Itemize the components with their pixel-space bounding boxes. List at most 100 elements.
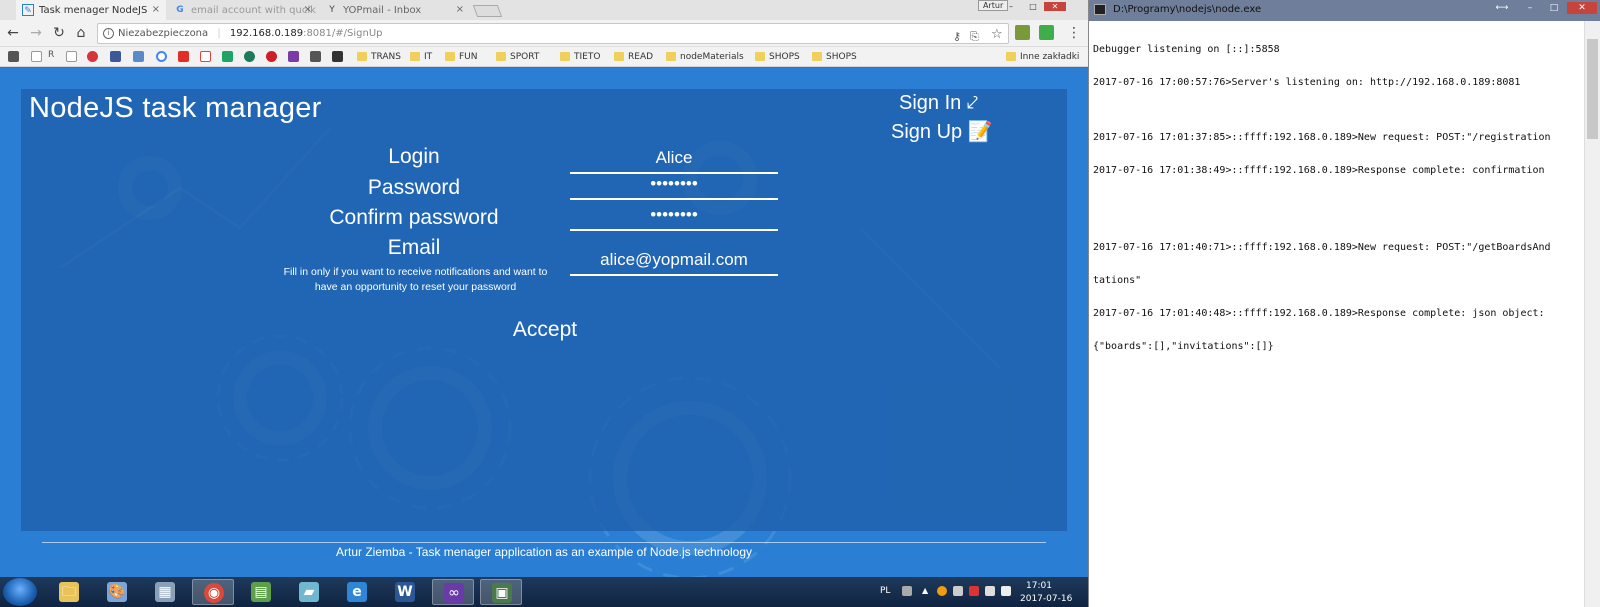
close-tab-icon[interactable]: × bbox=[304, 4, 312, 15]
maximize-icon[interactable]: □ bbox=[1543, 2, 1565, 14]
youtube-icon[interactable] bbox=[178, 51, 189, 62]
bookmark-folder[interactable]: IT bbox=[410, 50, 432, 64]
start-button[interactable] bbox=[3, 578, 37, 606]
page-icon[interactable] bbox=[31, 51, 42, 62]
confirm-password-label: Confirm password bbox=[329, 206, 499, 229]
sign-up-link[interactable]: Sign Up 📝 bbox=[891, 119, 993, 144]
yopmail-favicon-icon: Y bbox=[329, 5, 335, 15]
bookmark-letter[interactable]: R bbox=[48, 50, 54, 60]
new-tab-button[interactable] bbox=[472, 5, 503, 17]
volume-icon[interactable] bbox=[985, 586, 995, 596]
word-icon: W bbox=[395, 582, 415, 602]
bookmark-folder[interactable]: READ bbox=[614, 50, 653, 64]
site-icon[interactable] bbox=[133, 51, 144, 62]
tray-app-icon[interactable] bbox=[969, 586, 979, 596]
form-panel bbox=[21, 89, 1067, 531]
password-input[interactable] bbox=[570, 170, 778, 200]
bookmark-folder[interactable]: TIETO bbox=[560, 50, 600, 64]
tab-yopmail[interactable]: Y YOPmail - Inbox × bbox=[320, 0, 470, 20]
log-line: {"boards":[],"invitations":[]} bbox=[1093, 341, 1274, 352]
accept-button[interactable]: Accept bbox=[500, 315, 590, 345]
minimize-icon[interactable]: – bbox=[1000, 2, 1022, 11]
other-bookmarks-folder[interactable]: Inne zakładki bbox=[1006, 50, 1079, 64]
google-favicon-icon: G bbox=[176, 5, 184, 15]
translate-icon[interactable]: ⎘ bbox=[970, 27, 979, 46]
google-icon[interactable] bbox=[156, 51, 167, 62]
close-tab-icon[interactable]: × bbox=[456, 4, 464, 15]
keyboard-icon[interactable] bbox=[902, 586, 912, 596]
log-line: tations" bbox=[1093, 275, 1142, 286]
close-tab-icon[interactable]: × bbox=[152, 4, 160, 15]
log-line: 2017-07-16 17:01:40:48>::ffff:192.168.0.… bbox=[1093, 308, 1545, 319]
site-icon[interactable] bbox=[310, 51, 321, 62]
console-titlebar[interactable]: D:\Programy\nodejs\node.exe ⟷ – □ ✕ bbox=[1089, 0, 1600, 21]
taskbar-calculator[interactable]: ▦ bbox=[144, 579, 186, 605]
show-hidden-icons-icon[interactable]: ▲ bbox=[922, 586, 932, 596]
clock-date[interactable]: 2017-07-16 bbox=[1020, 594, 1072, 604]
taskbar-project[interactable]: ▤ bbox=[240, 579, 282, 605]
site-icon[interactable] bbox=[244, 51, 255, 62]
key-icon[interactable]: ⚷ bbox=[953, 27, 961, 46]
bookmark-folder[interactable]: SHOPS bbox=[755, 50, 800, 64]
confirm-password-input[interactable] bbox=[570, 201, 778, 231]
language-indicator[interactable]: PL bbox=[880, 586, 890, 596]
paint-icon: 🎨 bbox=[107, 582, 127, 602]
email-hint: Fill in only if you want to receive noti… bbox=[283, 266, 548, 293]
sign-in-link[interactable]: Sign In ⤦ bbox=[899, 92, 978, 115]
chrome-icon: ◉ bbox=[204, 583, 224, 603]
reload-icon[interactable]: ↻ bbox=[51, 25, 67, 41]
home-icon[interactable]: ⌂ bbox=[73, 25, 89, 41]
taskbar-chrome[interactable]: ◉ bbox=[192, 579, 234, 605]
minimize-icon[interactable]: – bbox=[1519, 2, 1541, 14]
facebook-icon[interactable] bbox=[110, 51, 121, 62]
address-bar[interactable]: i Niezabezpieczona | 192.168.0.189:8081/… bbox=[97, 23, 1009, 44]
taskbar-internet-explorer[interactable]: e bbox=[336, 579, 378, 605]
extension-icon[interactable] bbox=[1039, 25, 1054, 40]
footer-divider bbox=[42, 542, 1046, 543]
taskbar-explorer[interactable]: 🗀 bbox=[48, 579, 90, 605]
taskbar-paint[interactable]: 🎨 bbox=[96, 579, 138, 605]
back-icon[interactable]: ← bbox=[5, 25, 21, 41]
security-label: Niezabezpieczona bbox=[118, 28, 209, 39]
close-window-icon[interactable]: ✕ bbox=[1044, 2, 1066, 11]
bookmark-folder[interactable]: FUN bbox=[445, 50, 478, 64]
resize-icon[interactable]: ⟷ bbox=[1491, 2, 1513, 14]
taskbar-visual-studio[interactable]: ∞ bbox=[432, 579, 474, 605]
close-window-icon[interactable]: ✕ bbox=[1567, 2, 1597, 14]
taskbar-console[interactable]: ▣ bbox=[480, 579, 522, 605]
app-title: NodeJS task manager bbox=[29, 92, 322, 124]
gmail-icon[interactable] bbox=[200, 51, 211, 62]
console-scrollbar[interactable] bbox=[1584, 21, 1600, 607]
bookmark-folder[interactable]: TRANS bbox=[357, 50, 401, 64]
tab-title: YOPmail - Inbox bbox=[343, 4, 422, 16]
bookmark-folder[interactable]: SHOPS bbox=[812, 50, 857, 64]
site-icon[interactable] bbox=[332, 51, 343, 62]
drive-icon[interactable] bbox=[222, 51, 233, 62]
apps-icon[interactable] bbox=[8, 51, 19, 62]
bookmark-star-icon[interactable]: ☆ bbox=[991, 25, 1003, 44]
red-site-icon[interactable] bbox=[87, 51, 98, 62]
tab-google-search[interactable]: G email account with qucik × bbox=[168, 0, 318, 20]
network-icon[interactable] bbox=[1001, 586, 1011, 596]
extension-icon[interactable] bbox=[1015, 25, 1030, 40]
onenote-icon[interactable] bbox=[288, 51, 299, 62]
email-input[interactable] bbox=[570, 246, 778, 276]
browser-toolbar: ← → ↻ ⌂ i Niezabezpieczona | 192.168.0.1… bbox=[0, 20, 1088, 47]
system-tray: PL ▲ 17:01 2017-07-16 bbox=[880, 577, 1088, 607]
console-output: Debugger listening on [::]:5858 2017-07-… bbox=[1093, 22, 1583, 602]
pinterest-icon[interactable] bbox=[266, 51, 277, 62]
info-icon[interactable]: i bbox=[103, 28, 114, 39]
menu-icon[interactable]: ⋮ bbox=[1066, 25, 1082, 41]
clock-time[interactable]: 17:01 bbox=[1026, 581, 1052, 591]
taskbar-word[interactable]: W bbox=[384, 579, 426, 605]
bookmark-folder[interactable]: SPORT bbox=[496, 50, 539, 64]
maximize-icon[interactable]: □ bbox=[1022, 2, 1044, 11]
bookmark-folder[interactable]: nodeMaterials bbox=[666, 50, 744, 64]
page-icon[interactable] bbox=[66, 51, 77, 62]
scroll-thumb[interactable] bbox=[1587, 39, 1598, 139]
tray-app-icon[interactable] bbox=[937, 586, 947, 596]
forward-icon[interactable]: → bbox=[28, 25, 44, 41]
taskbar-notes[interactable]: ▰ bbox=[288, 579, 330, 605]
tray-app-icon[interactable] bbox=[953, 586, 963, 596]
tab-task-manager[interactable]: ✎ Task menager NodeJS × bbox=[16, 0, 166, 20]
